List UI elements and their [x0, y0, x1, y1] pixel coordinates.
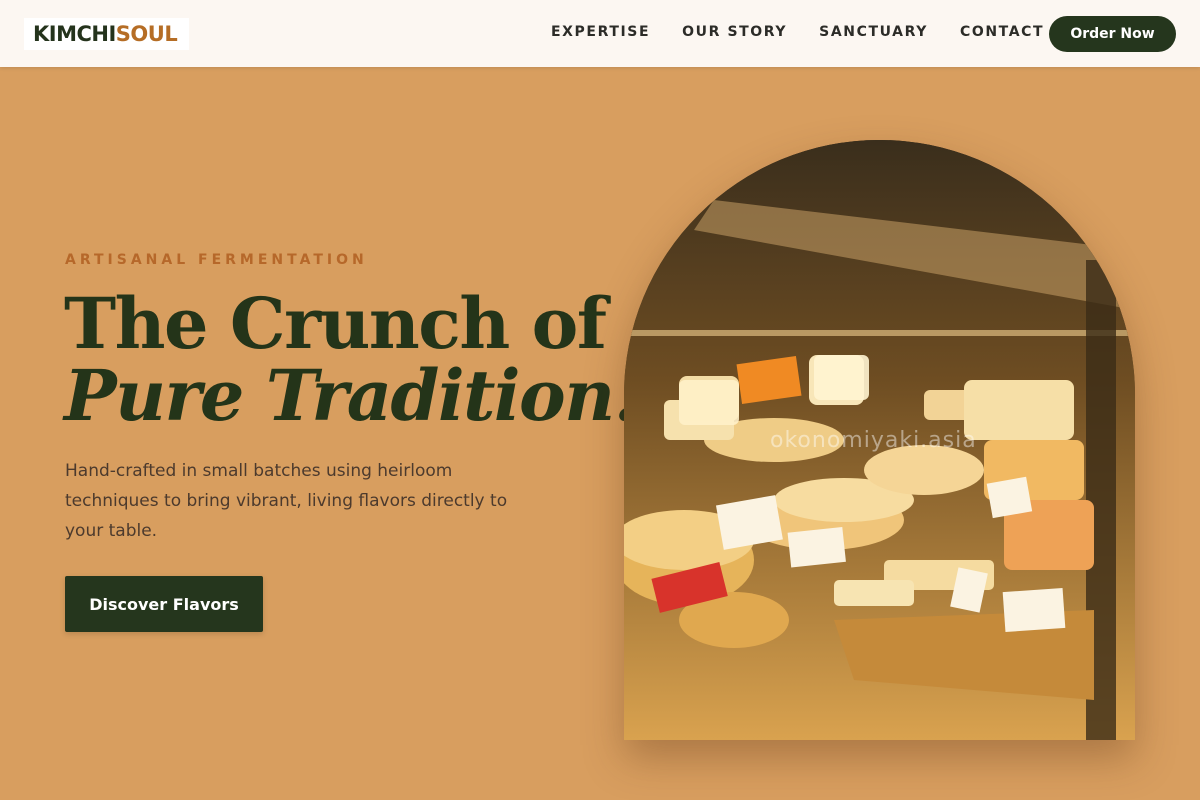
site-header: KIMCHI SOUL EXPERTISE OUR STORY SANCTUARY… [0, 0, 1200, 67]
nav-link-contact[interactable]: CONTACT [960, 24, 1044, 40]
main-nav: EXPERTISE OUR STORY SANCTUARY CONTACT [551, 24, 1076, 40]
hero-eyebrow: ARTISANAL FERMENTATION [65, 252, 368, 268]
hero-headline-line1: The Crunch of [64, 282, 607, 365]
nav-link-our-story[interactable]: OUR STORY [682, 24, 787, 40]
brand-name-part1: KIMCHI [33, 22, 116, 46]
cheese-display-illustration [624, 140, 1135, 740]
discover-flavors-button[interactable]: Discover Flavors [65, 576, 263, 632]
hero-image-cheese-display [624, 140, 1135, 740]
hero-headline-line2: Pure Tradition. [64, 354, 638, 437]
nav-link-sanctuary[interactable]: SANCTUARY [819, 24, 928, 40]
brand-name-part2: SOUL [115, 22, 178, 46]
hero-headline: The Crunch of Pure Tradition. [64, 282, 638, 437]
brand-logo[interactable]: KIMCHI SOUL [24, 18, 189, 50]
nav-link-expertise[interactable]: EXPERTISE [551, 24, 650, 40]
hero-description: Hand-crafted in small batches using heir… [65, 461, 508, 541]
order-now-button[interactable]: Order Now [1049, 16, 1176, 52]
